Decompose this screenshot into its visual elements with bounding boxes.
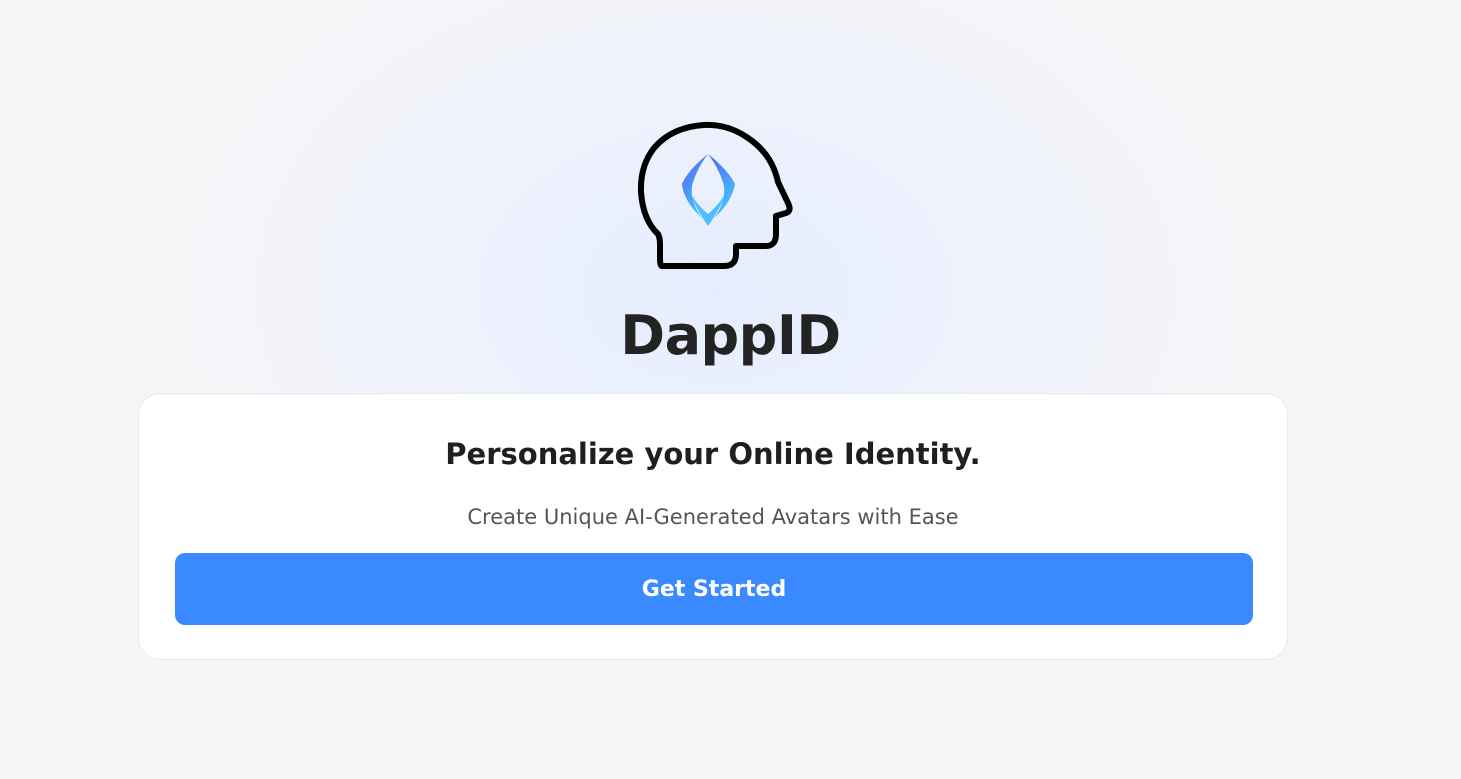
get-started-button[interactable]: Get Started bbox=[175, 553, 1253, 625]
hero-subheadline: Create Unique AI-Generated Avatars with … bbox=[467, 505, 959, 529]
head-with-gem-icon bbox=[637, 121, 793, 269]
hero-headline: Personalize your Online Identity. bbox=[445, 437, 981, 471]
brand-logo bbox=[632, 118, 796, 278]
intro-card: Personalize your Online Identity. Create… bbox=[138, 393, 1288, 660]
brand-name: DappID bbox=[620, 304, 841, 367]
